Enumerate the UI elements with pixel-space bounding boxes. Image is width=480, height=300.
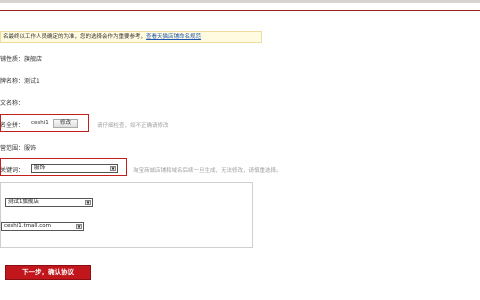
business-scope-row: 营范围：服饰 bbox=[0, 143, 36, 152]
fullname-hint: 请仔细检查，如不正确请修改 bbox=[97, 123, 169, 129]
shop-nature-label: 铺性质： bbox=[0, 56, 25, 63]
keyword-select-value: 服饰 bbox=[34, 165, 46, 171]
shop-nature-value: 旗舰店 bbox=[24, 56, 43, 63]
business-scope-label: 营范围： bbox=[0, 145, 25, 152]
domain-select[interactable]: ceshi1.tmall.com ▼ bbox=[1, 222, 84, 231]
keyword-label: 关键词： bbox=[0, 167, 25, 174]
keyword-hint: 淘宝商城店铺和域名后续一旦生成，无法修改，请慎重选择。 bbox=[133, 168, 282, 174]
fullname-label: 名全拼： bbox=[0, 122, 25, 129]
naming-notice: 名最终以工作人员确定的为准，您的选择会作为重要参考，查看天猫店铺命名规范 bbox=[0, 31, 262, 43]
keyword-select[interactable]: 服饰 ▼ bbox=[31, 164, 118, 173]
shop-nature-row: 铺性质：旗舰店 bbox=[0, 54, 42, 63]
shop-preview-panel: 测试1旗舰店 ▼ ceshi1.tmall.com ▼ bbox=[0, 182, 253, 248]
top-divider bbox=[0, 10, 480, 11]
brand-name-value: 测试1 bbox=[24, 78, 40, 85]
top-bar bbox=[0, 0, 480, 3]
shop-name-select[interactable]: 测试1旗舰店 ▼ bbox=[5, 198, 93, 207]
business-scope-value: 服饰 bbox=[24, 145, 37, 152]
notice-text: 名最终以工作人员确定的为准，您的选择会作为重要参考， bbox=[3, 34, 147, 40]
brand-name-label: 牌名称： bbox=[0, 78, 25, 85]
chevron-down-icon: ▼ bbox=[110, 166, 116, 171]
domain-value: ceshi1.tmall.com bbox=[4, 223, 51, 229]
english-name-row: 文名称： bbox=[0, 98, 24, 107]
chevron-down-icon: ▼ bbox=[85, 200, 91, 205]
naming-rules-link[interactable]: 查看天猫店铺命名规范 bbox=[146, 34, 201, 40]
chevron-down-icon: ▼ bbox=[76, 224, 82, 229]
modify-button[interactable]: 修改 bbox=[53, 119, 78, 128]
english-name-label: 文名称： bbox=[0, 100, 25, 107]
next-confirm-button[interactable]: 下一步，确认协议 bbox=[5, 265, 91, 280]
fullname-input[interactable]: ceshi1 bbox=[31, 120, 49, 126]
brand-name-row: 牌名称：测试1 bbox=[0, 76, 40, 85]
shop-name-value: 测试1旗舰店 bbox=[8, 199, 39, 205]
